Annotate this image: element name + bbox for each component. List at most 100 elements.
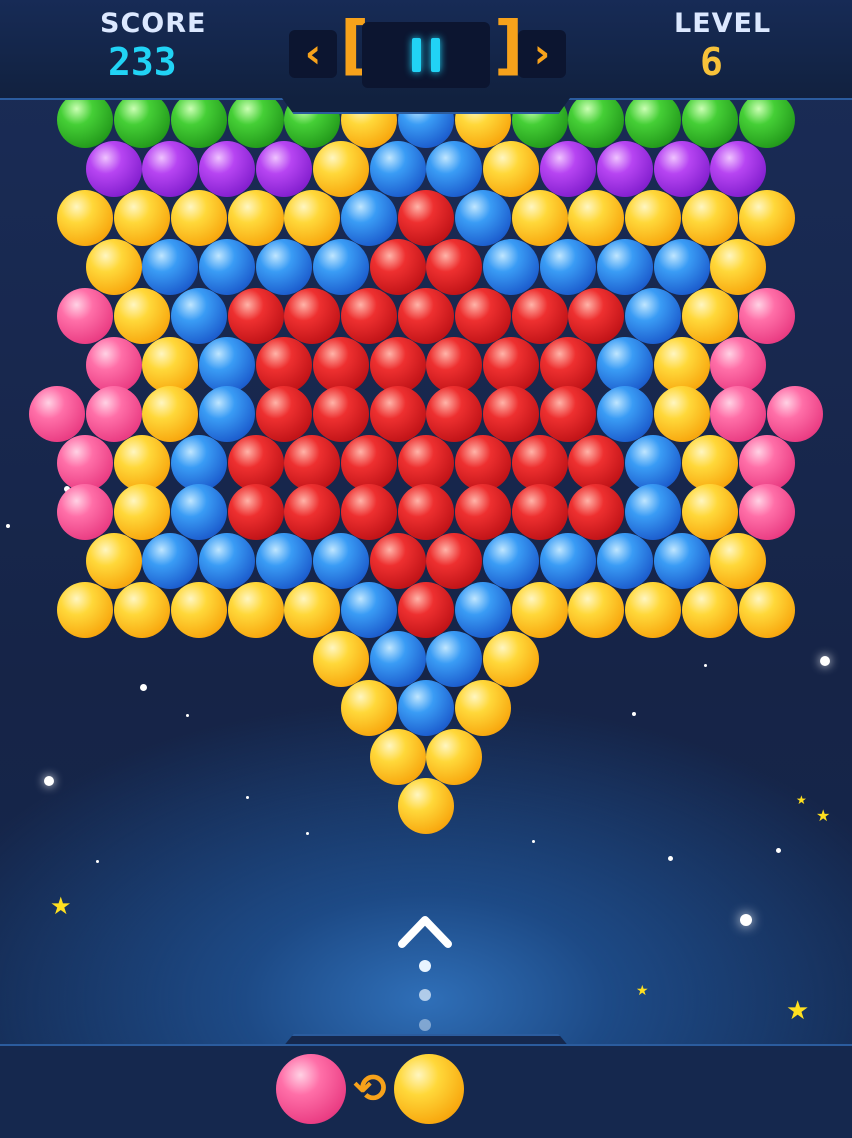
next-ball[interactable]	[394, 1054, 464, 1124]
bubble-red	[454, 484, 511, 540]
bubble-red	[568, 288, 625, 344]
bubble-pink	[738, 435, 795, 491]
bubble-red	[511, 288, 568, 344]
bubble-yellow	[114, 484, 170, 540]
star-icon: ★	[636, 983, 649, 999]
bubble-yellow	[568, 190, 625, 246]
bubble-yellow	[170, 190, 227, 246]
bubble-blue	[170, 288, 227, 344]
bubble-purple	[540, 141, 596, 197]
aim-dot	[419, 960, 431, 972]
bubble-yellow	[312, 141, 369, 197]
bubble-blue	[625, 484, 682, 540]
bubble-blue	[369, 631, 426, 687]
bubble-red	[227, 435, 284, 491]
bubble-red	[426, 533, 483, 589]
bubble-purple	[256, 141, 312, 197]
bubble-red	[398, 484, 454, 540]
bubble-red	[284, 484, 341, 540]
bubble-red	[511, 435, 568, 491]
bubble-yellow	[682, 582, 738, 638]
bubble-yellow	[653, 386, 710, 442]
bubble-yellow	[57, 582, 114, 638]
bubble-yellow	[682, 435, 738, 491]
bubble-yellow	[682, 288, 738, 344]
star-icon: ★	[50, 892, 72, 920]
bubble-blue	[625, 288, 682, 344]
bubble-yellow	[114, 435, 170, 491]
bubble-red	[426, 386, 483, 442]
bubble-red	[312, 337, 369, 393]
bubble-yellow	[85, 239, 142, 295]
bubble-blue	[483, 239, 540, 295]
bubble-blue	[256, 533, 312, 589]
aim-dot	[419, 1019, 431, 1031]
bubble-yellow	[284, 190, 341, 246]
bubble-yellow	[625, 582, 682, 638]
bubble-purple	[142, 141, 199, 197]
bubble-red	[369, 533, 426, 589]
bubble-red	[454, 435, 511, 491]
bubble-blue	[256, 239, 312, 295]
bubble-yellow	[426, 729, 483, 785]
swap-arrows-icon[interactable]: ⟲	[350, 1066, 390, 1112]
bubble-red	[398, 582, 454, 638]
level-value: 6	[700, 40, 723, 84]
star-icon: ★	[816, 806, 831, 825]
bubble-red	[284, 288, 341, 344]
pause-button[interactable]	[362, 22, 490, 88]
bubble-red	[568, 484, 625, 540]
next-button[interactable]: ›	[518, 30, 566, 78]
bubble-blue	[483, 533, 540, 589]
bubble-blue	[426, 141, 483, 197]
bubble-yellow	[284, 582, 341, 638]
score-label: SCORE	[100, 8, 207, 39]
bubble-blue	[596, 239, 653, 295]
bubble-purple	[710, 141, 767, 197]
bubble-purple	[653, 141, 710, 197]
bubble-green	[227, 92, 284, 148]
bubble-red	[540, 337, 596, 393]
bubble-yellow	[511, 190, 568, 246]
bubble-pink	[57, 484, 114, 540]
star-icon: ★	[786, 996, 810, 1026]
bubble-purple	[199, 141, 256, 197]
bubble-blue	[341, 190, 398, 246]
bubble-red	[540, 386, 596, 442]
bubble-yellow	[114, 288, 170, 344]
bubble-pink	[28, 386, 85, 442]
bubble-yellow	[114, 582, 170, 638]
bubble-pink	[85, 386, 142, 442]
bubble-red	[341, 288, 398, 344]
bubble-blue	[142, 239, 199, 295]
bubble-red	[398, 435, 454, 491]
bubble-blue	[596, 386, 653, 442]
bubble-pink	[738, 288, 795, 344]
bubble-blue	[341, 582, 398, 638]
bubble-yellow	[682, 190, 738, 246]
bubble-yellow	[227, 190, 284, 246]
bubble-blue	[596, 337, 653, 393]
bubble-pink	[85, 337, 142, 393]
current-ball[interactable]	[276, 1054, 346, 1124]
bubble-pink	[710, 337, 767, 393]
previous-button[interactable]: ‹	[289, 30, 337, 78]
bubble-red	[256, 337, 312, 393]
bubble-yellow	[738, 190, 795, 246]
bubble-blue	[142, 533, 199, 589]
bubble-pink	[57, 435, 114, 491]
top-hud: SCORE 233 LEVEL 6 ‹ [ ] ›	[0, 0, 852, 100]
bubble-green	[114, 92, 170, 148]
level-label: LEVEL	[674, 8, 772, 39]
bubble-blue	[312, 239, 369, 295]
bubble-pink	[767, 386, 824, 442]
bubble-red	[426, 337, 483, 393]
bubble-blue	[170, 435, 227, 491]
bubble-yellow	[710, 533, 767, 589]
bubble-red	[369, 239, 426, 295]
star-icon: ★	[796, 793, 807, 807]
bubble-yellow	[341, 680, 398, 736]
bubble-blue	[170, 484, 227, 540]
bubble-red	[511, 484, 568, 540]
bubble-blue	[398, 680, 454, 736]
